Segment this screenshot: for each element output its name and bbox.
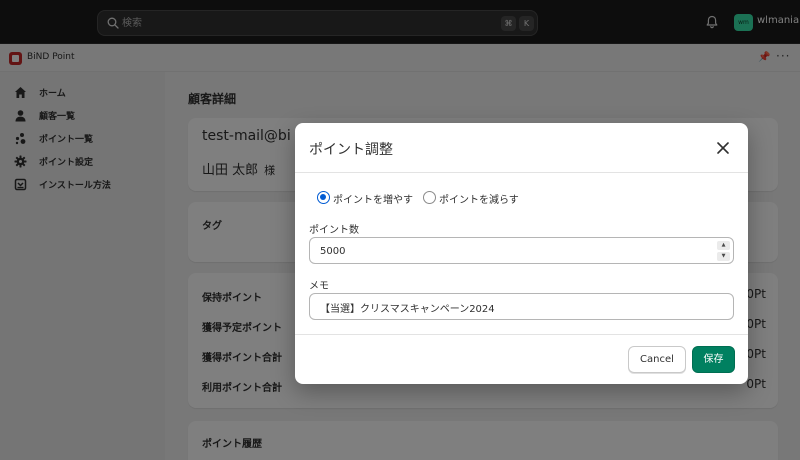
memo-input[interactable] xyxy=(320,299,700,315)
radio-label: ポイントを減らす xyxy=(439,195,519,206)
save-button[interactable]: 保存 xyxy=(692,346,735,373)
modal-title: ポイント調整 xyxy=(309,142,393,158)
points-input[interactable] xyxy=(320,243,700,259)
decrement-stepper-button[interactable]: ▼ xyxy=(717,252,730,261)
point-adjust-modal: ポイント調整 ポイントを増やす ポイントを減らす ポイント数 ▲ ▼ メモ Ca… xyxy=(295,123,748,384)
modal-footer-divider xyxy=(295,334,748,335)
points-field: ▲ ▼ xyxy=(309,237,734,264)
radio-indicator[interactable] xyxy=(423,191,436,204)
increment-stepper-button[interactable]: ▲ xyxy=(717,241,730,250)
memo-field-label: メモ xyxy=(309,281,329,292)
radio-label: ポイントを増やす xyxy=(333,195,413,206)
cancel-button[interactable]: Cancel xyxy=(628,346,686,373)
radio-selected-indicator[interactable] xyxy=(317,191,330,204)
points-field-label: ポイント数 xyxy=(309,225,359,236)
memo-field xyxy=(309,293,734,320)
radio-decrease-points[interactable]: ポイントを減らす xyxy=(423,191,523,206)
modal-header-divider xyxy=(295,172,748,173)
radio-increase-points[interactable]: ポイントを増やす xyxy=(317,191,417,206)
close-icon[interactable] xyxy=(715,140,731,156)
